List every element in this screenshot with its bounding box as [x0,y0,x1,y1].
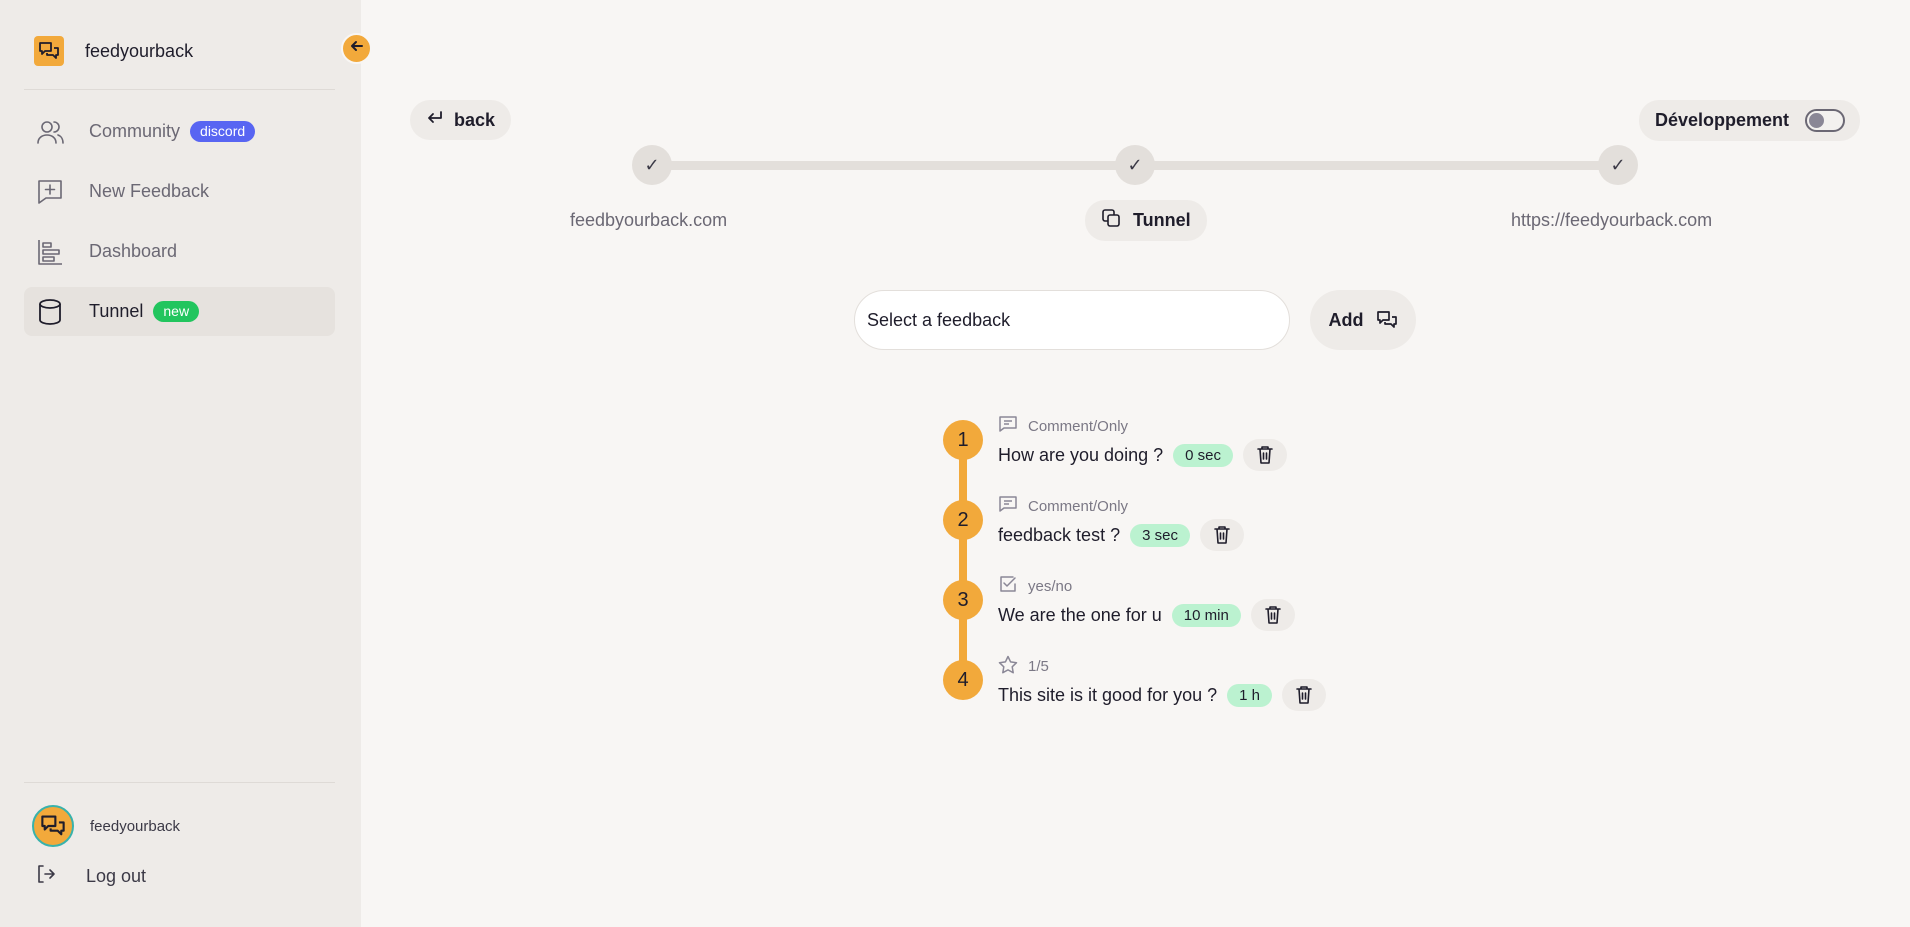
question-number: 1 [943,420,983,460]
question-text: How are you doing ? [998,444,1164,465]
sidebar-item-new-feedback[interactable]: New Feedback [24,167,335,216]
checkbox-icon [998,575,1018,597]
question-type-label: 1/5 [1028,658,1049,675]
add-label: Add [1328,309,1364,330]
step-check-1: ✓ [632,145,672,185]
sidebar-item-tunnel[interactable]: Tunnel new [24,287,335,336]
environment-label: Développement [1655,110,1790,130]
star-icon [998,655,1018,678]
delay-badge: 10 min [1171,603,1241,627]
toggle-switch[interactable] [1805,109,1846,132]
collapse-sidebar-button[interactable] [341,33,372,64]
user-profile[interactable]: feedyourback [32,805,180,847]
question-text: feedback test ? [998,524,1121,545]
question-row: We are the one for u 10 min [998,599,1295,631]
users-icon [36,118,64,146]
question-type: Comment/Only [998,495,1128,517]
question-type-label: Comment/Only [1028,497,1129,515]
trash-icon [1257,446,1273,464]
stepper-line [1135,161,1618,170]
question-number: 3 [943,580,983,620]
stepper-line [652,161,1135,170]
logout-icon [36,864,56,889]
logout-button[interactable]: Log out [36,864,146,889]
sidebar-item-community[interactable]: Community discord [24,107,335,156]
question-row: This site is it good for you ? 1 h [998,679,1326,711]
tunnel-chip-label: Tunnel [1133,210,1191,230]
back-label: back [454,109,496,130]
question-number: 2 [943,500,983,540]
message-plus-icon [36,178,64,206]
delete-question-button[interactable] [1281,679,1326,711]
timeline-line [959,440,967,680]
avatar [32,805,74,847]
bar-chart-icon [36,238,64,266]
user-name: feedyourback [90,817,181,835]
step-check-3: ✓ [1598,145,1638,185]
return-arrow-icon [426,109,444,132]
select-feedback-input[interactable] [854,290,1290,350]
delete-question-button[interactable] [1199,519,1244,551]
question-number: 4 [943,660,983,700]
message-icon [998,495,1018,517]
add-button[interactable]: Add [1310,290,1416,350]
question-row: feedback test ? 3 sec [998,519,1244,551]
environment-toggle[interactable]: Développement [1639,100,1861,141]
step-label-target: https://feedyourback.com [1511,210,1713,230]
delay-badge: 1 h [1227,683,1272,707]
brand-name: feedyourback [85,40,194,61]
trash-icon [1265,606,1281,624]
arrow-left-icon [349,38,365,59]
trash-icon [1214,526,1230,544]
brand[interactable]: feedyourback [34,36,193,66]
copy-icon [1101,208,1121,233]
back-button[interactable]: back [410,100,512,140]
question-type: yes/no [998,575,1072,597]
message-icon [998,415,1018,437]
database-icon [36,298,64,326]
step-label-source: feedbyourback.com [570,210,728,230]
question-type: Comment/Only [998,415,1128,437]
delay-badge: 0 sec [1173,443,1233,467]
sidebar-item-dashboard[interactable]: Dashboard [24,227,335,276]
discord-badge: discord [190,121,256,142]
sidebar-item-label: Dashboard [89,241,178,261]
tunnel-chip[interactable]: Tunnel [1085,200,1207,241]
logout-label: Log out [86,866,147,886]
question-text: We are the one for u [998,604,1162,625]
sidebar-item-label: New Feedback [89,181,210,201]
sidebar-divider [24,89,335,90]
delete-question-button[interactable] [1250,599,1295,631]
question-type-label: yes/no [1028,577,1073,595]
sidebar-divider [24,782,335,783]
delete-question-button[interactable] [1242,439,1287,471]
question-type: 1/5 [998,655,1049,678]
sidebar-item-label: Tunnel [89,301,144,321]
toggle-knob [1809,113,1825,128]
chat-bubbles-icon [1376,310,1398,330]
step-check-2: ✓ [1115,145,1155,185]
question-type-label: Comment/Only [1028,417,1129,435]
chat-bubbles-icon [34,36,64,66]
delay-badge: 3 sec [1130,523,1190,547]
question-row: How are you doing ? 0 sec [998,439,1287,471]
sidebar: feedyourback Community discord New Feedb… [0,0,361,927]
sidebar-item-label: Community [89,121,181,141]
trash-icon [1296,686,1312,704]
new-badge: new [153,301,200,322]
question-text: This site is it good for you ? [998,684,1218,705]
